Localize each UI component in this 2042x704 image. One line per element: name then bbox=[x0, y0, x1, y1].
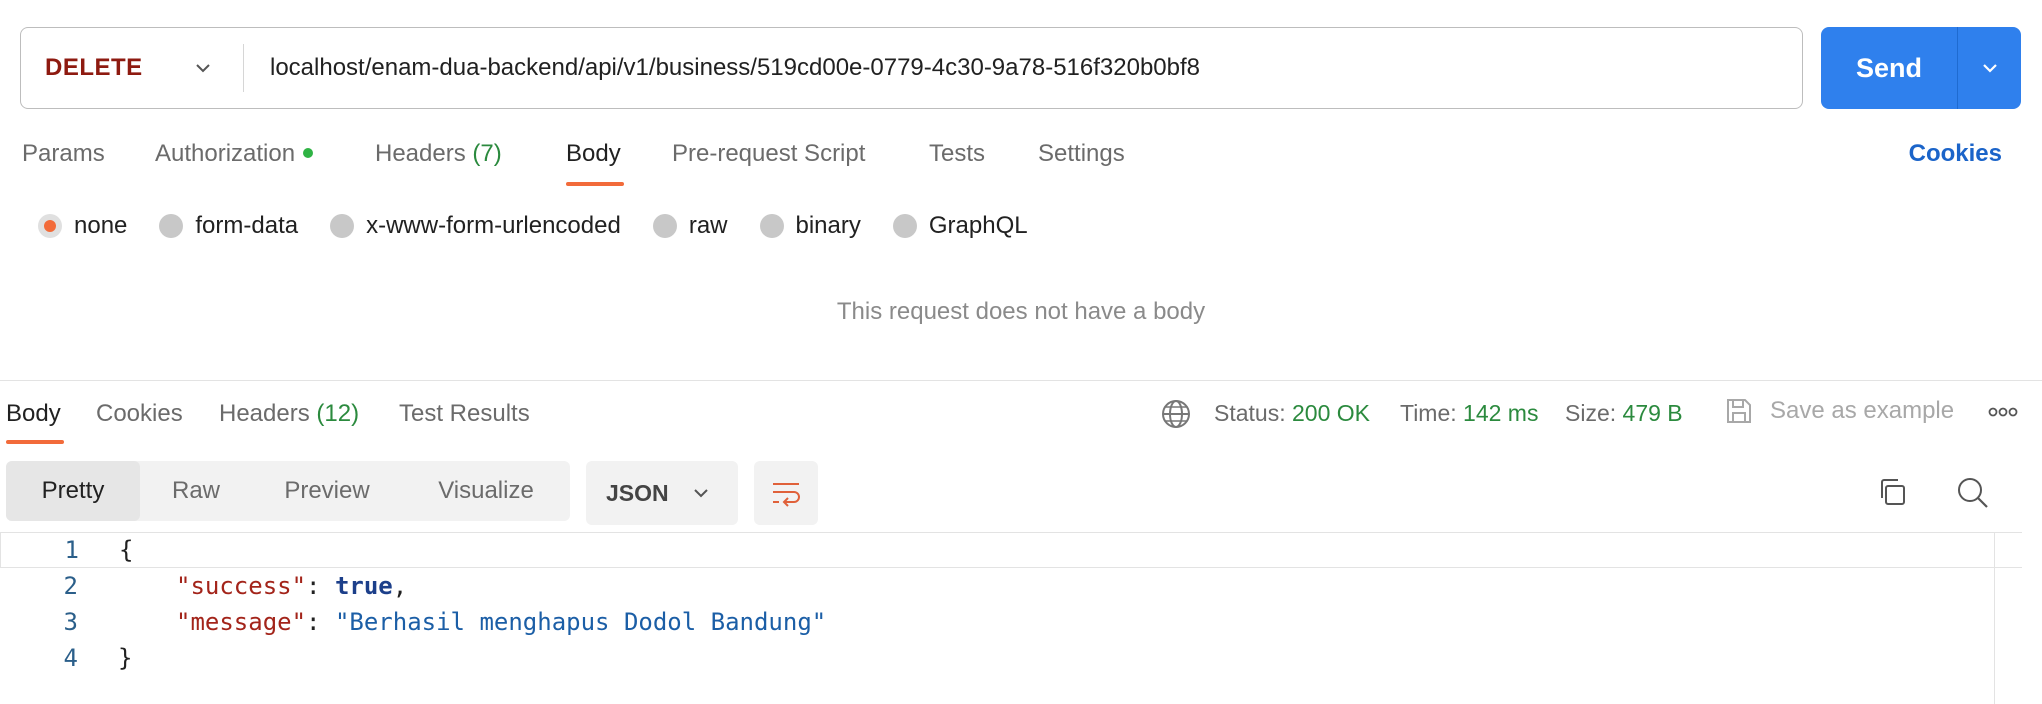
tab-headers[interactable]: Headers (7) bbox=[375, 140, 502, 168]
url-input[interactable]: localhost/enam-dua-backend/api/v1/busine… bbox=[244, 54, 1802, 82]
code-line: 3 "message": "Berhasil menghapus Dodol B… bbox=[0, 604, 2022, 640]
radio-none-label: none bbox=[74, 212, 128, 239]
save-as-example-label: Save as example bbox=[1770, 397, 1955, 424]
code-line: 2 "success": true, bbox=[0, 568, 2022, 604]
copy-icon[interactable] bbox=[1876, 476, 1908, 508]
radio-binary[interactable]: binary bbox=[759, 212, 861, 240]
code-line: 4 } bbox=[0, 640, 2022, 676]
json-key: "message" bbox=[176, 608, 307, 636]
radio-graphql[interactable]: GraphQL bbox=[892, 212, 1028, 240]
body-type-radio-group: none form-data x-www-form-urlencoded raw… bbox=[38, 212, 1060, 240]
send-options-button[interactable] bbox=[1958, 27, 2021, 109]
response-tab-body[interactable]: Body bbox=[6, 400, 61, 428]
response-code-viewer[interactable]: 1 { 2 "success": true, 3 "message": "Ber… bbox=[0, 532, 2022, 704]
radio-raw[interactable]: raw bbox=[652, 212, 728, 240]
radio-form-data[interactable]: form-data bbox=[159, 212, 298, 240]
radio-binary-label: binary bbox=[795, 212, 861, 239]
radio-graphql-label: GraphQL bbox=[928, 212, 1028, 239]
view-pretty[interactable]: Pretty bbox=[6, 461, 140, 521]
line-number: 2 bbox=[63, 572, 78, 600]
no-body-message: This request does not have a body bbox=[836, 298, 1206, 325]
tab-headers-label: Headers bbox=[375, 140, 466, 167]
view-visualize[interactable]: Visualize bbox=[402, 461, 570, 521]
size-value: 479 B bbox=[1622, 400, 1683, 426]
code-text: { bbox=[119, 536, 134, 564]
response-size[interactable]: Size: 479 B bbox=[1565, 400, 1683, 427]
response-view-selector: Pretty Raw Preview Visualize bbox=[6, 461, 570, 521]
response-language-select[interactable]: JSON bbox=[586, 461, 738, 525]
active-tab-indicator bbox=[566, 182, 624, 186]
view-preview[interactable]: Preview bbox=[252, 461, 402, 521]
request-tabs: Params Authorization Headers (7) Body Pr… bbox=[0, 132, 2042, 190]
radio-raw-label: raw bbox=[688, 212, 728, 239]
time-value: 142 ms bbox=[1463, 400, 1539, 426]
tab-params[interactable]: Params bbox=[22, 140, 105, 168]
response-tab-cookies[interactable]: Cookies bbox=[96, 400, 183, 428]
chevron-down-icon bbox=[196, 64, 210, 73]
response-tab-test-results[interactable]: Test Results bbox=[399, 400, 530, 428]
json-value: true bbox=[334, 572, 393, 600]
json-value: "Berhasil menghapus Dodol Bandung" bbox=[334, 608, 827, 636]
response-tab-headers-label: Headers bbox=[219, 400, 310, 427]
view-raw[interactable]: Raw bbox=[140, 461, 252, 521]
radio-unselected-icon bbox=[159, 214, 184, 238]
send-button-group: Send bbox=[1821, 27, 2021, 109]
response-status[interactable]: Status: 200 OK bbox=[1214, 400, 1370, 427]
wrap-lines-icon bbox=[773, 483, 800, 507]
response-tab-headers-count: (12) bbox=[316, 400, 360, 427]
code-text: "success": true, bbox=[176, 572, 408, 600]
tab-body[interactable]: Body bbox=[566, 140, 621, 168]
status-value: 200 OK bbox=[1292, 400, 1370, 426]
json-key: "success" bbox=[176, 572, 307, 600]
code-line: 1 { bbox=[0, 532, 2022, 568]
response-tab-headers[interactable]: Headers (12) bbox=[219, 400, 359, 428]
code-scrollbar[interactable] bbox=[1994, 532, 2022, 704]
tab-settings[interactable]: Settings bbox=[1038, 140, 1125, 168]
radio-urlencoded-label: x-www-form-urlencoded bbox=[366, 212, 621, 239]
auth-status-dot bbox=[303, 147, 314, 158]
chevron-down-icon bbox=[1982, 64, 1997, 73]
line-number: 3 bbox=[63, 608, 78, 636]
tab-authorization-label: Authorization bbox=[155, 140, 296, 167]
tab-authorization[interactable]: Authorization bbox=[155, 140, 314, 168]
search-icon[interactable] bbox=[1956, 476, 1990, 510]
radio-unselected-icon bbox=[892, 214, 917, 238]
globe-icon[interactable] bbox=[1160, 398, 1192, 430]
request-url-bar: DELETE localhost/enam-dua-backend/api/v1… bbox=[20, 27, 1803, 109]
tab-headers-count: (7) bbox=[472, 140, 502, 167]
code-text: "message": "Berhasil menghapus Dodol Ban… bbox=[176, 608, 827, 636]
radio-form-data-label: form-data bbox=[195, 212, 299, 239]
size-label: Size: bbox=[1565, 400, 1617, 426]
code-text: } bbox=[118, 644, 133, 672]
time-label: Time: bbox=[1400, 400, 1457, 426]
send-button[interactable]: Send bbox=[1821, 27, 1957, 109]
chevron-down-icon bbox=[693, 489, 708, 498]
wrap-lines-button[interactable] bbox=[754, 461, 818, 525]
language-label: JSON bbox=[606, 479, 669, 506]
status-label: Status: bbox=[1214, 400, 1286, 426]
method-selector[interactable]: DELETE bbox=[21, 28, 243, 108]
radio-unselected-icon bbox=[759, 214, 784, 238]
tab-tests[interactable]: Tests bbox=[929, 140, 985, 168]
radio-selected-icon bbox=[38, 214, 62, 238]
radio-urlencoded[interactable]: x-www-form-urlencoded bbox=[330, 212, 621, 240]
radio-unselected-icon bbox=[652, 214, 677, 238]
cookies-link[interactable]: Cookies bbox=[1909, 140, 2002, 168]
line-number: 4 bbox=[63, 644, 78, 672]
more-options-icon[interactable] bbox=[1988, 402, 2018, 422]
response-time[interactable]: Time: 142 ms bbox=[1400, 400, 1538, 427]
save-icon bbox=[1727, 399, 1751, 423]
method-label: DELETE bbox=[45, 54, 143, 81]
response-active-tab-indicator bbox=[6, 440, 64, 444]
tab-pre-request-script[interactable]: Pre-request Script bbox=[672, 140, 865, 168]
line-number: 1 bbox=[64, 536, 79, 564]
radio-none[interactable]: none bbox=[38, 212, 127, 240]
radio-unselected-icon bbox=[330, 214, 355, 238]
save-as-example-button[interactable]: Save as example bbox=[1724, 396, 1954, 426]
section-divider bbox=[0, 380, 2042, 381]
